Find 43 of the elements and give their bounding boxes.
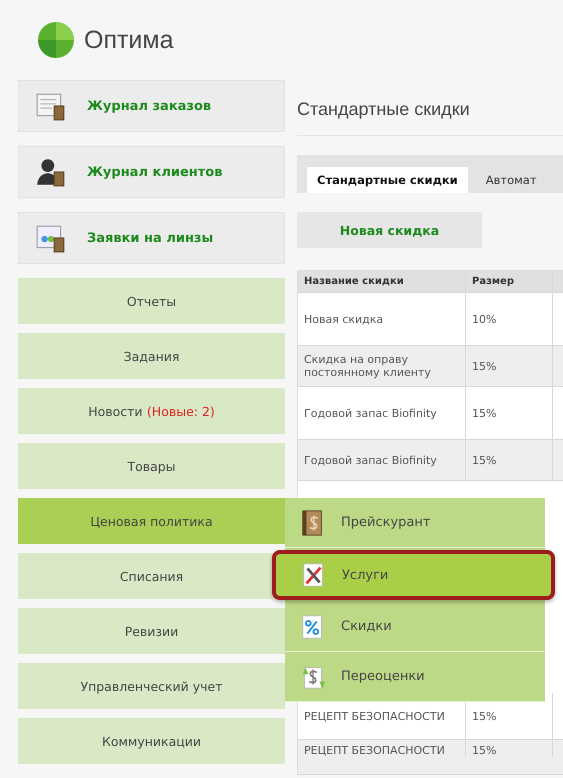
sidebar-item[interactable]: Новости (Новые: 2) [18,388,285,434]
table-cell: 15% [466,740,553,757]
table-cell: Скидка на оправу постоянному клиенту [298,346,466,386]
logo-icon [36,20,76,60]
sidebar-item[interactable]: Задания [18,333,285,379]
table-cell: Новая скидка [298,293,466,345]
item-label: Скидки [341,619,392,634]
table-cell: РЕЦЕПТ БЕЗОПАСНОСТИ [298,740,466,757]
sidebar-button[interactable]: Журнал клиентов [18,146,285,198]
table-cell: Годовой запас Biofinity [298,387,466,439]
table-cell: 15% [466,387,553,439]
new-count: (Новые: 2) [146,404,215,418]
sidebar-item[interactable]: Ценовая политика [18,498,285,544]
sidebar-item[interactable]: Коммуникации [18,718,285,764]
submenu-item[interactable]: Услуги [272,550,555,600]
page-title: Стандартные скидки [297,84,563,136]
submenu-item[interactable]: Переоценки [285,652,545,702]
submenu-item[interactable]: Прейскурант [285,498,545,548]
table-cell: 15% [466,440,553,480]
table-cell: Годовой запас Biofinity [298,440,466,480]
item-label: Услуги [342,568,388,582]
sidebar-button[interactable]: Заявки на линзы [18,212,285,264]
tab[interactable]: Стандартные скидки [307,167,468,193]
item-label: Прейскурант [341,515,430,530]
submenu-item[interactable]: Скидки [285,602,545,652]
logo-text: Оптима [84,26,174,54]
table-cell: 15% [466,346,553,386]
tab[interactable]: Автомат [476,167,547,193]
sidebar-button[interactable]: Журнал заказов [18,80,285,132]
column-header: Название скидки [298,270,466,292]
item-label: Новости [88,404,143,418]
new-discount-button[interactable]: Новая скидка [297,212,482,248]
sidebar-item[interactable]: Товары [18,443,285,489]
column-header: Размер [466,270,553,292]
button-label: Журнал клиентов [87,164,222,180]
table-cell: 10% [466,293,553,345]
button-label: Заявки на линзы [87,230,214,246]
sidebar-item[interactable]: Управленческий учет [18,663,285,709]
button-label: Журнал заказов [87,98,212,114]
sidebar-item[interactable]: Ревизии [18,608,285,654]
person-icon [35,156,67,188]
item-label: Переоценки [341,669,425,684]
sidebar-item[interactable]: Отчеты [18,278,285,324]
